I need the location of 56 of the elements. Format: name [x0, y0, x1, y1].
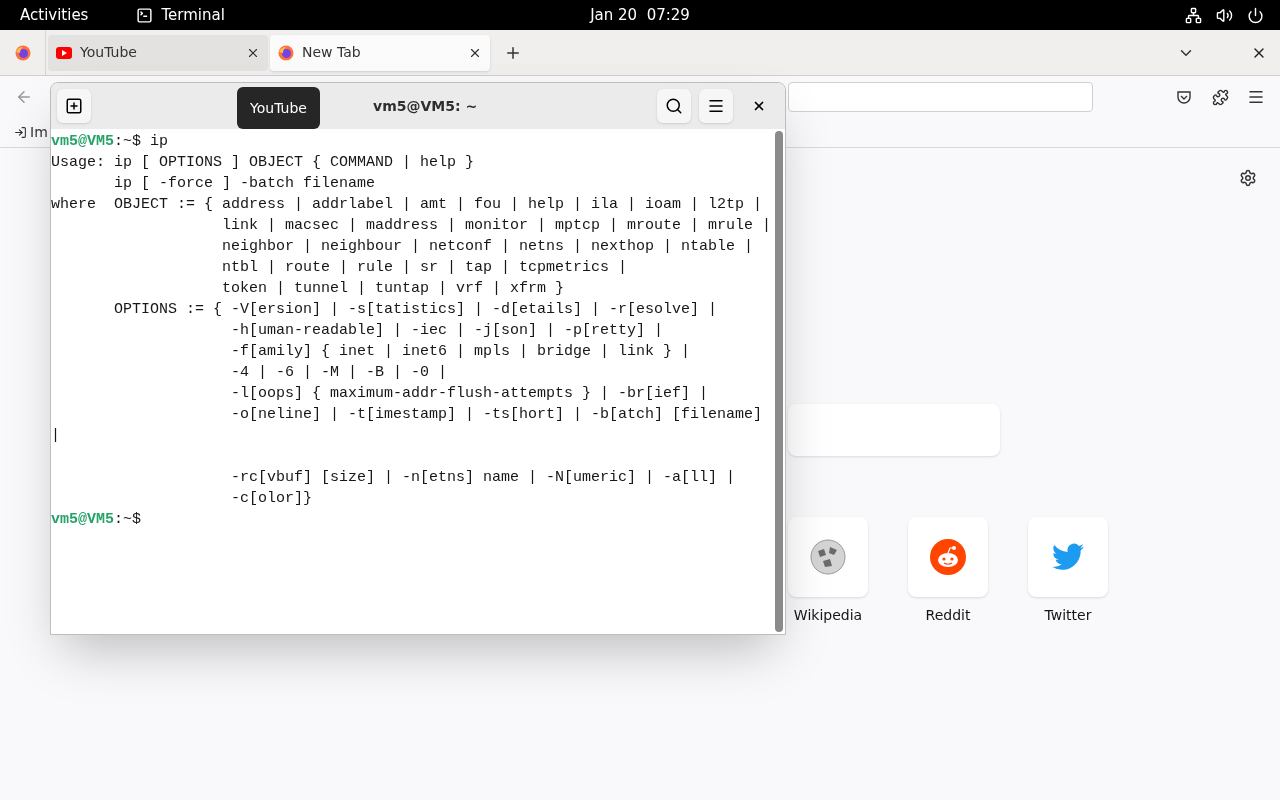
output-line: Usage: ip [ OPTIONS ] OBJECT { COMMAND | help }	[51, 153, 475, 173]
play-icon	[56, 46, 72, 59]
bird-icon	[1052, 543, 1084, 571]
new-tab-button[interactable]	[57, 89, 91, 123]
output-line: OPTIONS := { -V[ersion] | -s[tatistics] | -d[etails] | -r[esolve] |	[113, 300, 718, 320]
tooltip: YouTube	[237, 87, 320, 129]
tab-title: YouTube	[80, 43, 137, 62]
shortcut-label: Twitter	[1044, 606, 1092, 625]
back-icon[interactable]	[15, 88, 33, 106]
window-title: vm5@VM5: ~	[373, 96, 478, 116]
activities-button[interactable]: Activities	[16, 3, 93, 27]
prompt-line: vm5@VM5:~$ ip	[51, 132, 169, 152]
alien-icon	[930, 539, 966, 575]
menu-button[interactable]	[699, 89, 733, 123]
output-line: -rc[vbuf] [size] | -n[etns] name | -N[umeric] | -a[ll] |	[230, 468, 736, 488]
output-line: neighbor | neighbour | netconf | netns | nexthop | ntable |	[221, 237, 754, 257]
output-line: where OBJECT := { address | addrlabel | amt | fou | help | ila | ioam | l2tp |	[51, 195, 763, 215]
output-line: -f[amily] { inet | inet6 | mpls | bridge | link } |	[230, 342, 691, 362]
plus-icon	[65, 97, 83, 115]
search-button[interactable]	[657, 89, 691, 123]
output-line: ntbl | route | rule | sr | tap | tcpmetrics |	[221, 258, 628, 278]
pocket-icon[interactable]	[1176, 89, 1192, 105]
scrollbar[interactable]	[775, 131, 783, 632]
output-line: -c[olor]}	[230, 489, 313, 509]
browser-tab[interactable]: YouTube	[48, 34, 268, 71]
network-icon[interactable]	[1185, 6, 1202, 24]
firefox-icon	[278, 44, 294, 61]
import-bookmarks-link[interactable]: Im	[30, 122, 48, 143]
volume-icon[interactable]	[1216, 6, 1233, 24]
output-line: -o[neline] | -t[imestamp] | -ts[hort] | -b[atch] [filename]	[230, 405, 763, 425]
clock[interactable]: Jan 20 07:29	[590, 3, 690, 27]
shortcut-label: Reddit	[925, 606, 971, 625]
menu-icon	[707, 97, 725, 115]
prompt-line: vm5@VM5:~$	[51, 510, 143, 530]
output-line: -h[uman-readable] | -iec | -j[son] | -p[retty] |	[230, 321, 664, 341]
import-icon[interactable]	[14, 126, 27, 139]
power-icon[interactable]	[1247, 6, 1264, 24]
output-line: |	[51, 426, 60, 446]
settings-icon[interactable]	[1239, 169, 1257, 187]
browser-tab[interactable]: New Tab	[270, 34, 490, 71]
close-icon	[752, 99, 766, 113]
terminal-icon	[136, 6, 154, 24]
search-icon	[665, 97, 683, 115]
output-line: -l[oops] { maximum-addr-flush-attempts } | -br[ief] |	[230, 384, 709, 404]
menu-icon[interactable]	[1247, 88, 1265, 106]
url-field[interactable]	[788, 82, 1093, 112]
tab-title: New Tab	[302, 43, 361, 62]
output-line: link | macsec | maddress | monitor | mptcp | mroute | mrule |	[221, 216, 772, 236]
globe-icon	[810, 539, 846, 575]
output-line: -4 | -6 | -M | -B | -0 |	[230, 363, 448, 383]
extensions-icon[interactable]	[1212, 88, 1229, 106]
app-name[interactable]: Terminal	[161, 3, 225, 27]
shortcut-label: Wikipedia	[793, 606, 863, 625]
output-line: ip [ -force ] -batch filename	[113, 174, 376, 194]
output-line: token | tunnel | tuntap | vrf | xfrm }	[221, 279, 565, 299]
firefox-icon	[14, 44, 31, 61]
